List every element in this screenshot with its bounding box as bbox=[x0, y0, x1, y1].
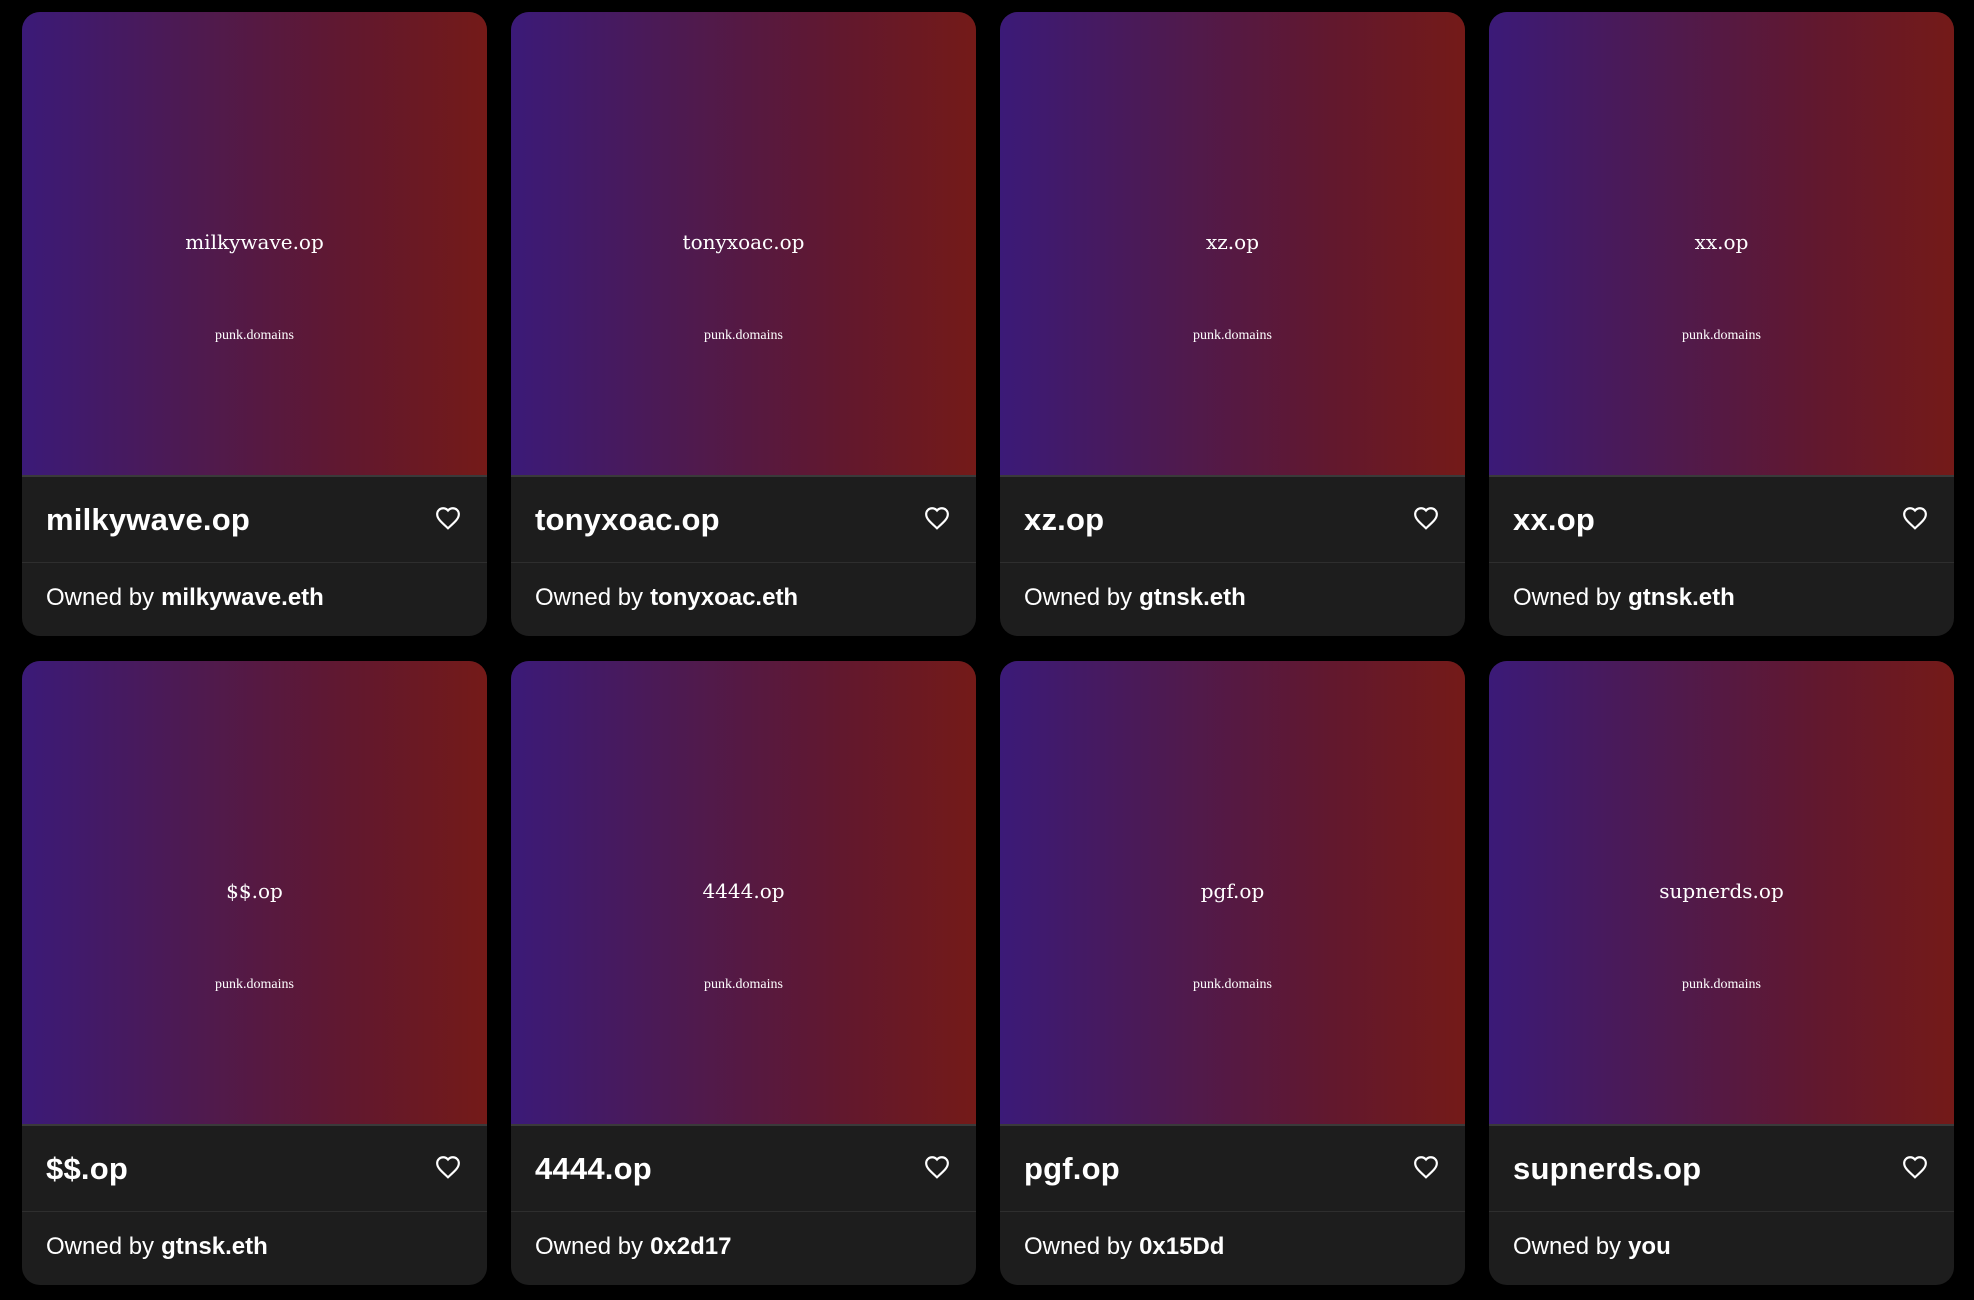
nft-image-domain-name: xz.op bbox=[1205, 230, 1260, 254]
nft-image-brand: punk.domains bbox=[215, 328, 294, 343]
owner-link[interactable]: gtnsk.eth bbox=[1139, 583, 1246, 613]
nft-image-brand: punk.domains bbox=[215, 977, 294, 992]
nft-card[interactable]: xz.op punk.domains xz.op Owned by gtnsk.… bbox=[1000, 12, 1465, 636]
nft-image[interactable]: pgf.op punk.domains bbox=[1000, 661, 1465, 1126]
nft-image[interactable]: tonyxoac.op punk.domains bbox=[511, 12, 976, 477]
owner-link[interactable]: you bbox=[1628, 1232, 1671, 1262]
nft-image-brand: punk.domains bbox=[704, 977, 783, 992]
nft-image-domain-name: 4444.op bbox=[702, 879, 785, 903]
heart-outline-icon[interactable] bbox=[922, 1152, 952, 1182]
nft-card[interactable]: tonyxoac.op punk.domains tonyxoac.op Own… bbox=[511, 12, 976, 636]
heart-outline-icon[interactable] bbox=[433, 1152, 463, 1182]
nft-card[interactable]: $$.op punk.domains $$.op Owned by gtnsk.… bbox=[22, 661, 487, 1285]
owned-by-label: Owned by bbox=[1024, 1232, 1133, 1260]
nft-image-brand: punk.domains bbox=[1682, 328, 1761, 343]
owner-line: Owned by 0x15Dd bbox=[1000, 1212, 1465, 1285]
nft-title[interactable]: tonyxoac.op bbox=[535, 500, 720, 540]
nft-image-domain-name: $$.op bbox=[226, 879, 283, 903]
nft-image-brand: punk.domains bbox=[1682, 977, 1761, 992]
nft-card-header: pgf.op bbox=[1000, 1126, 1465, 1212]
nft-card-header: 4444.op bbox=[511, 1126, 976, 1212]
heart-outline-icon[interactable] bbox=[1900, 1152, 1930, 1182]
nft-image-domain-name: supnerds.op bbox=[1659, 879, 1784, 903]
owner-link[interactable]: gtnsk.eth bbox=[1628, 583, 1735, 613]
nft-title[interactable]: pgf.op bbox=[1024, 1149, 1120, 1189]
nft-card[interactable]: supnerds.op punk.domains supnerds.op Own… bbox=[1489, 661, 1954, 1285]
nft-card-header: tonyxoac.op bbox=[511, 477, 976, 563]
nft-image-domain-name: tonyxoac.op bbox=[682, 230, 805, 254]
owner-line: Owned by gtnsk.eth bbox=[1000, 563, 1465, 636]
owned-by-label: Owned by bbox=[46, 583, 155, 611]
owned-by-label: Owned by bbox=[1024, 583, 1133, 611]
nft-image[interactable]: milkywave.op punk.domains bbox=[22, 12, 487, 477]
nft-image-brand: punk.domains bbox=[1193, 977, 1272, 992]
nft-image[interactable]: $$.op punk.domains bbox=[22, 661, 487, 1126]
owner-line: Owned by you bbox=[1489, 1212, 1954, 1285]
owner-link[interactable]: tonyxoac.eth bbox=[650, 583, 798, 613]
nft-title[interactable]: xz.op bbox=[1024, 500, 1104, 540]
owner-link[interactable]: 0x2d17 bbox=[650, 1232, 731, 1262]
nft-card-header: xx.op bbox=[1489, 477, 1954, 563]
nft-title[interactable]: supnerds.op bbox=[1513, 1149, 1701, 1189]
nft-image-domain-name: xx.op bbox=[1694, 230, 1749, 254]
nft-card-header: milkywave.op bbox=[22, 477, 487, 563]
nft-image-domain-name: milkywave.op bbox=[185, 230, 324, 254]
owned-by-label: Owned by bbox=[1513, 583, 1622, 611]
heart-outline-icon[interactable] bbox=[1411, 1152, 1441, 1182]
heart-outline-icon[interactable] bbox=[433, 503, 463, 533]
nft-image-brand: punk.domains bbox=[704, 328, 783, 343]
owner-link[interactable]: gtnsk.eth bbox=[161, 1232, 268, 1262]
nft-image[interactable]: 4444.op punk.domains bbox=[511, 661, 976, 1126]
owner-line: Owned by gtnsk.eth bbox=[1489, 563, 1954, 636]
nft-card-header: xz.op bbox=[1000, 477, 1465, 563]
nft-image[interactable]: xx.op punk.domains bbox=[1489, 12, 1954, 477]
heart-outline-icon[interactable] bbox=[1411, 503, 1441, 533]
nft-image-domain-name: pgf.op bbox=[1200, 879, 1265, 903]
nft-title[interactable]: $$.op bbox=[46, 1149, 128, 1189]
owned-by-label: Owned by bbox=[535, 1232, 644, 1260]
owner-line: Owned by milkywave.eth bbox=[22, 563, 487, 636]
nft-card[interactable]: xx.op punk.domains xx.op Owned by gtnsk.… bbox=[1489, 12, 1954, 636]
owner-line: Owned by 0x2d17 bbox=[511, 1212, 976, 1285]
nft-title[interactable]: xx.op bbox=[1513, 500, 1595, 540]
nft-title[interactable]: 4444.op bbox=[535, 1149, 652, 1189]
nft-card-header: $$.op bbox=[22, 1126, 487, 1212]
owner-line: Owned by tonyxoac.eth bbox=[511, 563, 976, 636]
heart-outline-icon[interactable] bbox=[922, 503, 952, 533]
nft-card[interactable]: milkywave.op punk.domains milkywave.op O… bbox=[22, 12, 487, 636]
nft-title[interactable]: milkywave.op bbox=[46, 500, 250, 540]
heart-outline-icon[interactable] bbox=[1900, 503, 1930, 533]
nft-image-brand: punk.domains bbox=[1193, 328, 1272, 343]
owner-link[interactable]: milkywave.eth bbox=[161, 583, 324, 613]
nft-card-header: supnerds.op bbox=[1489, 1126, 1954, 1212]
owned-by-label: Owned by bbox=[46, 1232, 155, 1260]
owner-link[interactable]: 0x15Dd bbox=[1139, 1232, 1224, 1262]
nft-card[interactable]: pgf.op punk.domains pgf.op Owned by 0x15… bbox=[1000, 661, 1465, 1285]
nft-card[interactable]: 4444.op punk.domains 4444.op Owned by 0x… bbox=[511, 661, 976, 1285]
nft-image[interactable]: supnerds.op punk.domains bbox=[1489, 661, 1954, 1126]
owned-by-label: Owned by bbox=[1513, 1232, 1622, 1260]
owned-by-label: Owned by bbox=[535, 583, 644, 611]
nft-image[interactable]: xz.op punk.domains bbox=[1000, 12, 1465, 477]
owner-line: Owned by gtnsk.eth bbox=[22, 1212, 487, 1285]
nft-card-grid: milkywave.op punk.domains milkywave.op O… bbox=[22, 12, 1954, 1285]
